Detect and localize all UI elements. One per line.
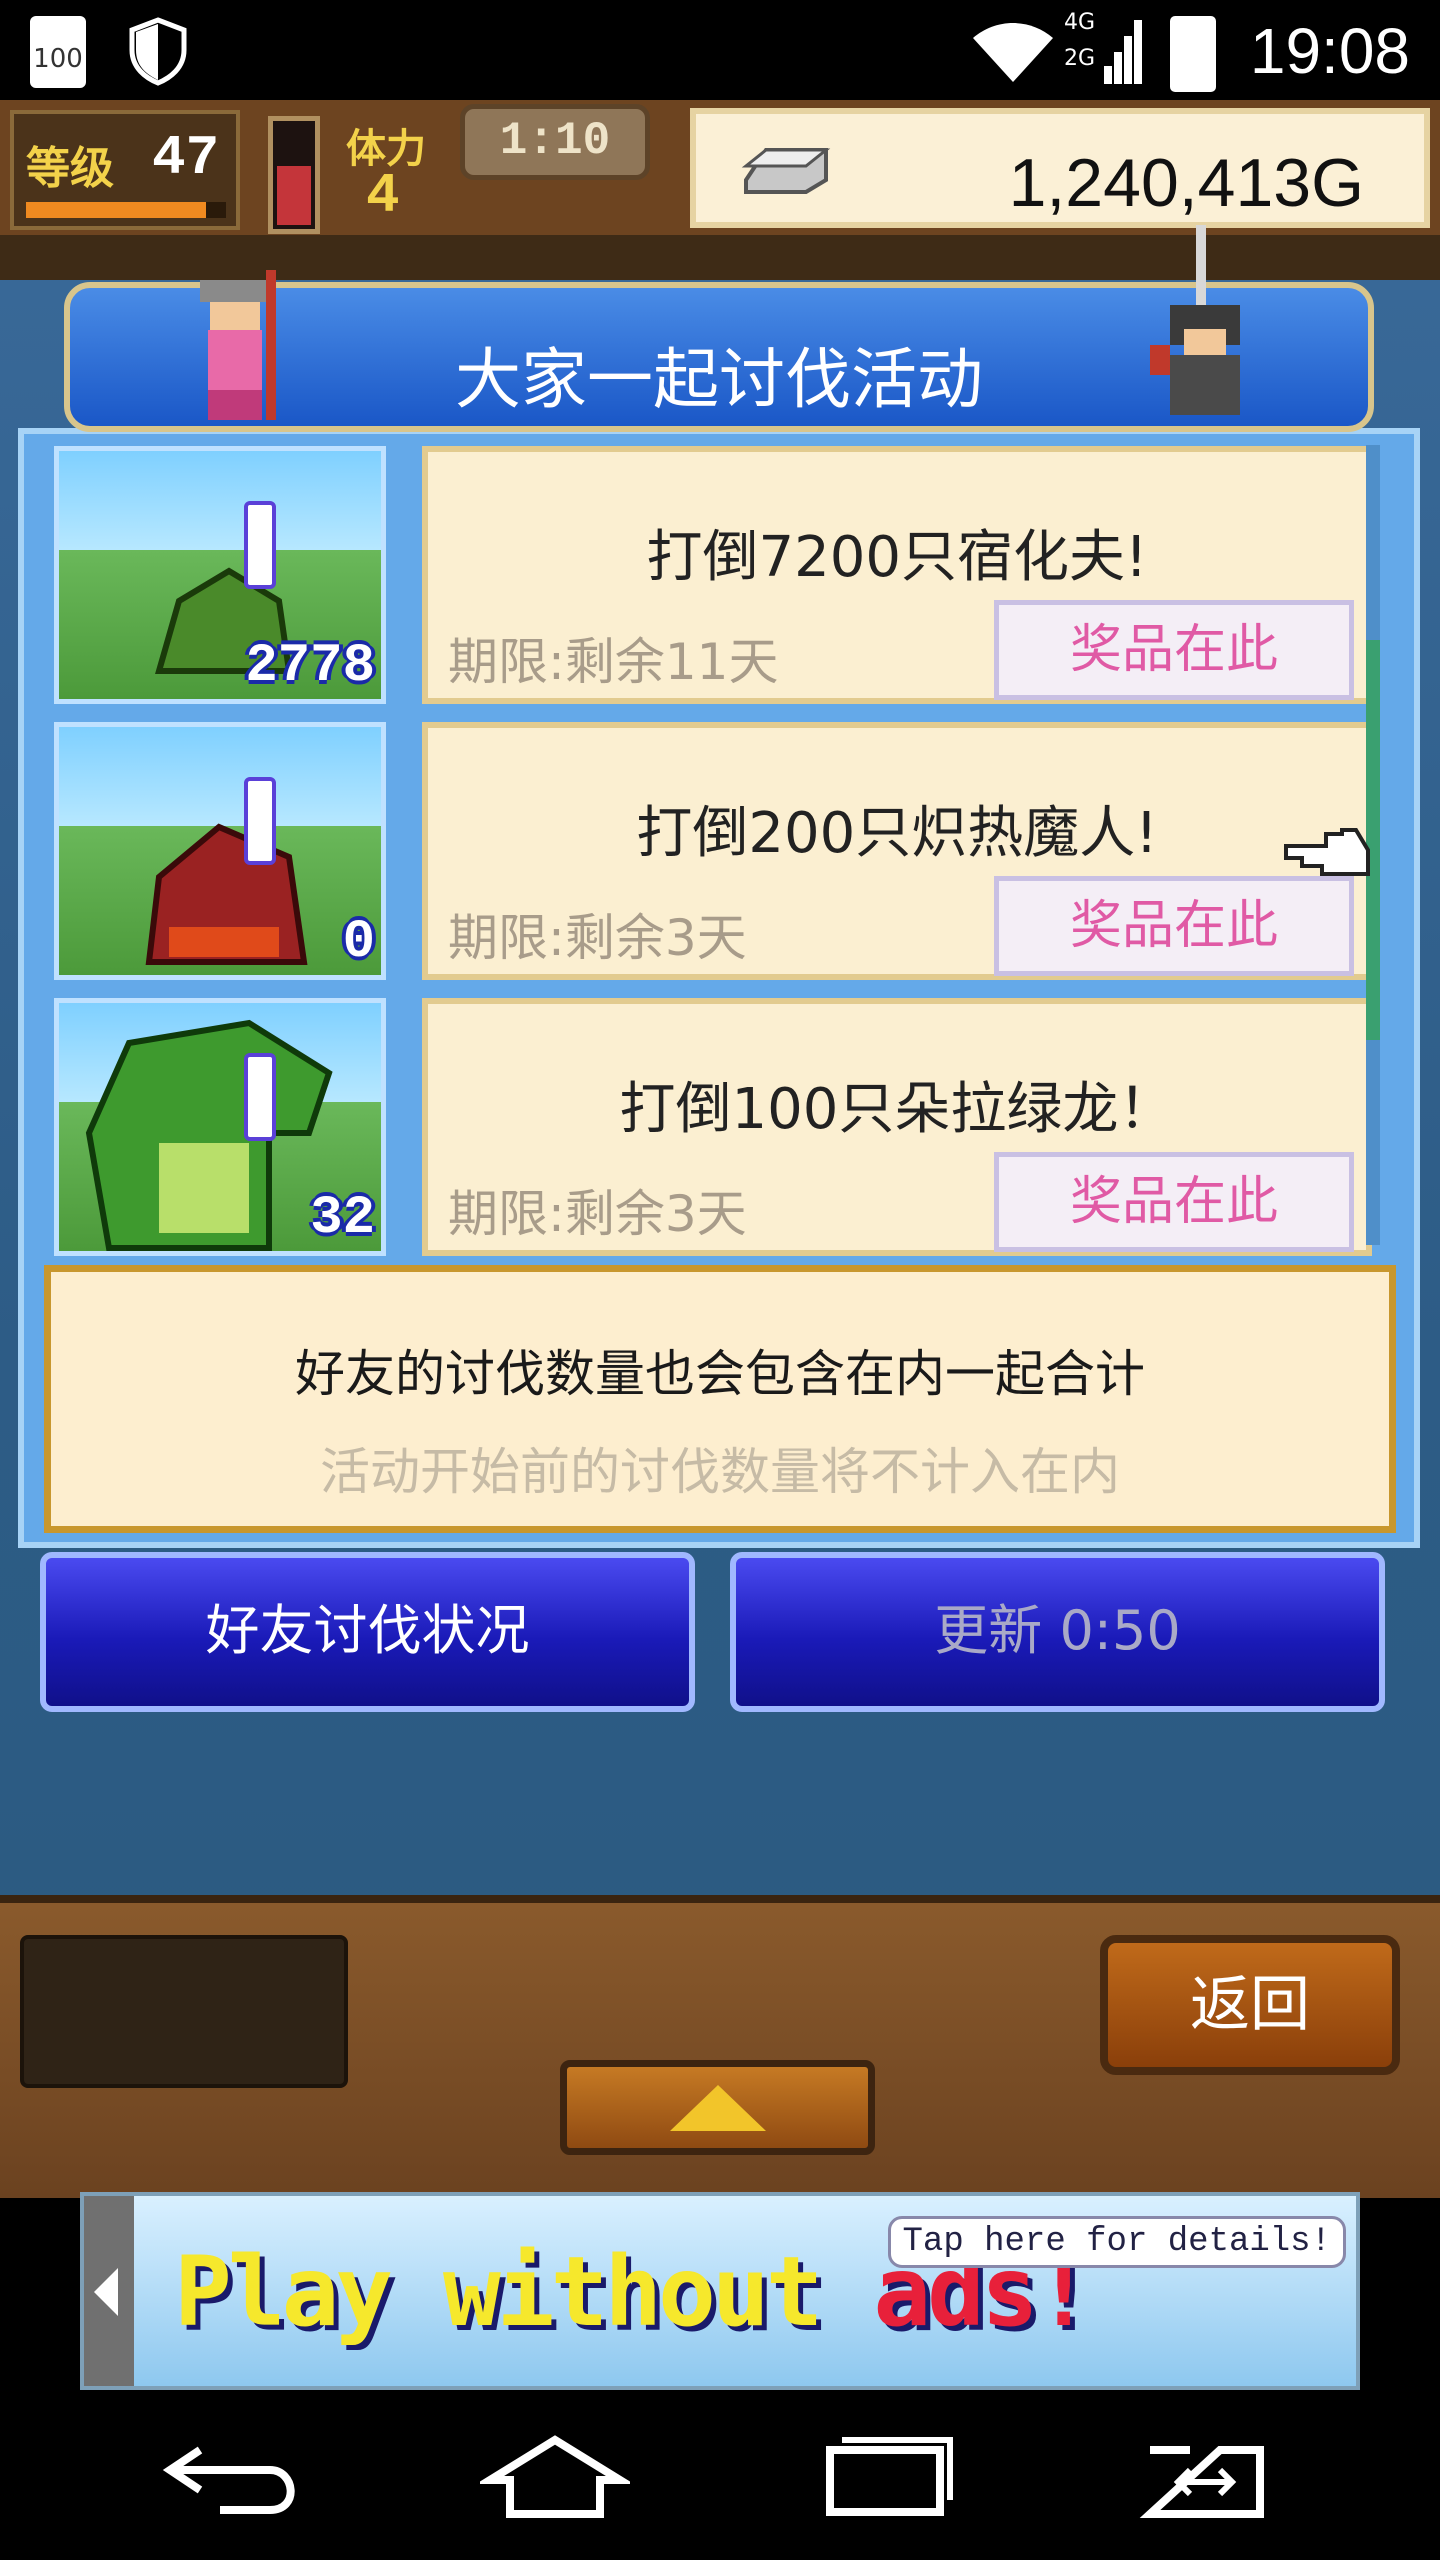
stamina-gauge <box>268 116 320 234</box>
wifi-icon <box>968 16 1058 86</box>
prize-button[interactable]: 奖品在此 <box>994 600 1354 700</box>
quest-card: 打倒100只朵拉绿龙！ 期限:剩余3天 奖品在此 <box>422 998 1372 1256</box>
prize-button[interactable]: 奖品在此 <box>994 876 1354 976</box>
signal-icon: 4G 2G <box>1064 10 1144 96</box>
refresh-button[interactable]: 更新 0:50 <box>730 1552 1385 1712</box>
network-bottom-label: 2G <box>1064 46 1096 71</box>
quest-card: 打倒7200只宿化夫! 期限:剩余11天 奖品在此 <box>422 446 1372 704</box>
level-display: 等级 47 <box>10 110 240 230</box>
quest-row: 2778 打倒7200只宿化夫! 期限:剩余11天 奖品在此 <box>42 446 1372 710</box>
alert-exclamation-icon <box>244 777 276 865</box>
alert-exclamation-icon <box>244 1053 276 1141</box>
up-arrow-icon <box>669 2085 766 2131</box>
charging-battery-icon <box>1170 16 1216 92</box>
quest-list[interactable]: 2778 打倒7200只宿化夫! 期限:剩余11天 奖品在此 0 打倒200只炽… <box>18 428 1420 1268</box>
kill-count: 0 <box>342 912 375 973</box>
quest-deadline: 期限:剩余3天 <box>448 1185 747 1243</box>
stamina-display: 体力 4 <box>340 112 460 232</box>
prize-button[interactable]: 奖品在此 <box>994 1152 1354 1252</box>
monster-thumbnail: 2778 <box>54 446 386 704</box>
back-nav-icon[interactable] <box>160 2430 310 2520</box>
home-nav-icon[interactable] <box>480 2430 630 2520</box>
level-value: 47 <box>152 126 220 190</box>
left-arrow-icon <box>94 2268 118 2316</box>
info-text: 好友的讨伐数量也会包含在内一起合计 <box>295 1345 1145 1403</box>
monster-thumbnail: 32 <box>54 998 386 1256</box>
navigation-bar <box>0 2390 1440 2560</box>
stamina-value: 4 <box>366 164 400 228</box>
quest-row: 0 打倒200只炽热魔人! 期限:剩余3天 奖品在此 <box>42 722 1372 986</box>
money-value: 1,240,413G <box>1008 145 1364 221</box>
timer-value: 1:10 <box>499 115 611 167</box>
level-progress-bar <box>26 202 226 218</box>
knight-character-sprite <box>1150 225 1240 415</box>
monster-thumbnail: 0 <box>54 722 386 980</box>
monster-sprite <box>145 823 308 965</box>
level-label: 等级 <box>26 143 114 194</box>
ad-collapse-tab[interactable] <box>84 2196 134 2386</box>
back-button[interactable]: 返回 <box>1100 1935 1400 2075</box>
battery-level: 100 <box>33 44 83 74</box>
quest-row: 32 打倒100只朵拉绿龙！ 期限:剩余3天 奖品在此 <box>42 998 1372 1262</box>
battery-icon: 100 <box>30 16 86 88</box>
silver-ingot-icon <box>741 148 831 194</box>
quest-title: 打倒200只炽热魔人! <box>636 801 1158 866</box>
recent-apps-nav-icon[interactable] <box>810 2430 960 2520</box>
info-panel: 好友的讨伐数量也会包含在内一起合计 活动开始前的讨伐数量将不计入在内 <box>44 1265 1396 1533</box>
ad-details-link[interactable]: Tap here for details! <box>887 2216 1346 2268</box>
kill-count: 2778 <box>245 636 375 697</box>
money-display: 1,240,413G <box>690 108 1430 228</box>
empty-slot <box>20 1935 348 2088</box>
ad-banner[interactable]: Play without ads! Tap here for details! <box>80 2192 1360 2390</box>
friend-status-button[interactable]: 好友讨伐状况 <box>40 1552 695 1712</box>
network-top-label: 4G <box>1064 10 1096 35</box>
quest-title: 打倒7200只宿化夫! <box>646 525 1148 590</box>
quest-card: 打倒200只炽热魔人! 期限:剩余3天 奖品在此 <box>422 722 1372 980</box>
shield-icon <box>128 16 188 86</box>
alert-exclamation-icon <box>244 501 276 589</box>
quest-deadline: 期限:剩余11天 <box>448 633 779 691</box>
quest-title: 打倒100只朵拉绿龙！ <box>619 1077 1175 1142</box>
quest-deadline: 期限:剩余3天 <box>448 909 747 967</box>
expand-up-button[interactable] <box>560 2060 875 2155</box>
info-note: 活动开始前的讨伐数量将不计入在内 <box>320 1443 1120 1501</box>
ad-text-yellow: Play without <box>174 2236 874 2348</box>
pointing-hand-icon <box>1284 828 1370 876</box>
status-bar: 100 4G 2G 19:08 <box>0 0 1440 100</box>
switch-apps-nav-icon[interactable] <box>1130 2430 1280 2520</box>
stamina-timer: 1:10 <box>460 104 650 180</box>
kill-count: 32 <box>310 1188 375 1249</box>
clock: 19:08 <box>1249 15 1410 87</box>
girl-character-sprite <box>200 270 276 420</box>
